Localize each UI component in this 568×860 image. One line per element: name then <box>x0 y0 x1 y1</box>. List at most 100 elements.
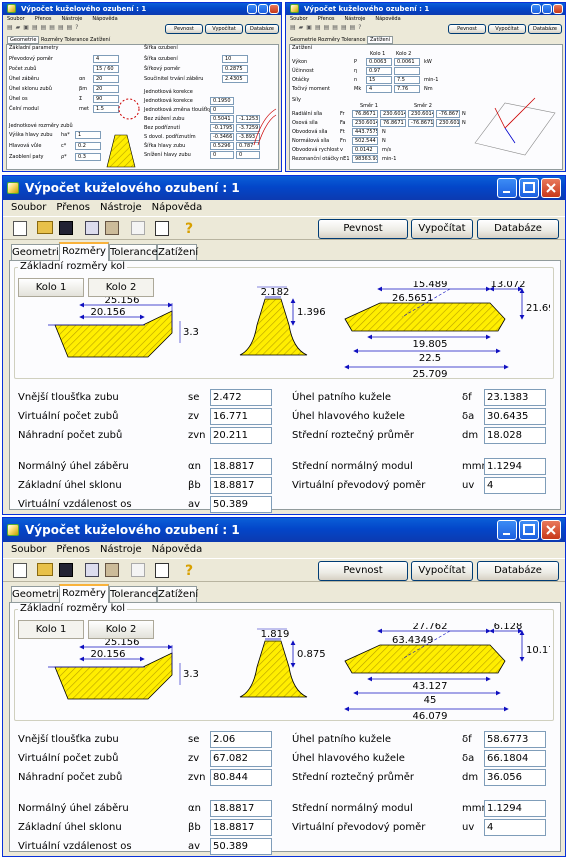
minimize-button[interactable] <box>497 520 517 540</box>
report-icon[interactable] <box>155 563 169 578</box>
tab-tolerance[interactable]: Tolerance <box>65 37 89 43</box>
tab-rozmery[interactable]: Rozměry <box>41 37 63 43</box>
tab-geometrie[interactable]: Geometrie <box>290 37 316 43</box>
tab-geometrie[interactable]: Geometrie <box>7 36 40 44</box>
table-icon[interactable] <box>131 563 145 577</box>
result-value-field[interactable]: 18.8817 <box>210 458 272 475</box>
param-field[interactable]: 1.5 <box>93 105 119 113</box>
force-field-4[interactable]: -76.8671 <box>436 110 460 118</box>
open-folder-icon[interactable] <box>37 563 53 576</box>
force-field-1[interactable]: 76.8671 <box>352 110 378 118</box>
minimize-button[interactable] <box>247 4 257 14</box>
toolbar-icons[interactable]: ▤▰▣▤▤▤▤▤? <box>7 24 97 32</box>
param-field[interactable]: 0 <box>210 151 234 159</box>
result-value-field[interactable]: 20.211 <box>210 427 272 444</box>
force-field-3[interactable]: -76.8671 <box>408 119 434 127</box>
param-field[interactable]: 10 <box>222 55 248 63</box>
param-field[interactable]: 90 <box>93 95 119 103</box>
copy-icon[interactable] <box>85 563 99 577</box>
pevnost-button[interactable]: Pevnost <box>318 561 408 581</box>
menu-soubor[interactable]: Soubor <box>290 16 308 22</box>
result-value-field[interactable]: 50.389 <box>210 496 272 513</box>
tab-tolerance[interactable]: Tolerance <box>109 586 158 603</box>
menu-nastroje[interactable]: Nástroje <box>100 544 142 555</box>
menu-nastroje[interactable]: Nástroje <box>62 16 83 22</box>
maximize-button[interactable] <box>542 4 552 14</box>
tab-zatizeni[interactable]: Zatížení <box>157 586 198 603</box>
vypocitat-button[interactable]: Vypočítat <box>488 24 526 34</box>
load-field-1[interactable]: 4 <box>366 85 392 93</box>
vypocitat-button[interactable]: Vypočítat <box>411 561 473 581</box>
open-folder-icon[interactable] <box>37 221 53 234</box>
paste-icon[interactable] <box>105 563 119 577</box>
tab-rozmery[interactable]: Rozměry <box>59 584 109 603</box>
result-value-field[interactable]: 66.1804 <box>484 750 546 767</box>
result-value-field[interactable]: 30.6435 <box>484 408 546 425</box>
result-value-field[interactable]: 23.1383 <box>484 389 546 406</box>
param-field[interactable]: 0.2 <box>75 142 101 150</box>
load-field-1[interactable]: 15 <box>366 76 392 84</box>
close-button[interactable] <box>553 4 563 14</box>
param-field[interactable]: 15 / 60 <box>93 65 119 73</box>
menu-prenos[interactable]: Přenos <box>56 202 90 213</box>
force-field-1[interactable]: 443.7575 <box>352 128 378 136</box>
menu-nastroje[interactable]: Nástroje <box>345 16 366 22</box>
help-icon[interactable]: ? <box>183 561 195 579</box>
calculator-icon[interactable] <box>13 563 27 578</box>
result-value-field[interactable]: 18.8817 <box>210 800 272 817</box>
result-value-field[interactable]: 1.1294 <box>484 800 546 817</box>
pevnost-button[interactable]: Pevnost <box>318 219 408 239</box>
table-icon[interactable] <box>131 221 145 235</box>
load-field-2[interactable]: 7.76 <box>394 85 420 93</box>
force-field-3[interactable]: 230.6014 <box>408 110 434 118</box>
menu-soubor[interactable]: Soubor <box>7 16 25 22</box>
tab-tolerance[interactable]: Tolerance <box>109 244 158 261</box>
vypocitat-button[interactable]: Vypočítat <box>411 219 473 239</box>
calculator-icon[interactable] <box>13 221 27 236</box>
result-value-field[interactable]: 4 <box>484 477 546 494</box>
force-field-1[interactable]: 0.0142 <box>352 146 378 154</box>
close-button[interactable] <box>541 520 561 540</box>
menu-soubor[interactable]: Soubor <box>11 544 46 555</box>
menu-prenos[interactable]: Přenos <box>35 16 52 22</box>
force-field-2[interactable]: 76.8671 <box>380 119 406 127</box>
result-value-field[interactable]: 1.1294 <box>484 458 546 475</box>
result-value-field[interactable]: 2.472 <box>210 389 272 406</box>
menu-prenos[interactable]: Přenos <box>318 16 335 22</box>
menu-napoveda[interactable]: Nápověda <box>152 202 203 213</box>
param-field[interactable]: 0.2875 <box>222 65 248 73</box>
menu-nastroje[interactable]: Nástroje <box>100 202 142 213</box>
kolo2-button[interactable]: Kolo 2 <box>88 620 154 639</box>
tab-rozmery[interactable]: Rozměry <box>59 242 109 261</box>
param-field[interactable]: 0.5041 <box>210 115 234 123</box>
maximize-button[interactable] <box>519 178 539 198</box>
result-value-field[interactable]: 50.389 <box>210 838 272 855</box>
result-value-field[interactable]: 80.844 <box>210 769 272 786</box>
result-value-field[interactable]: 2.06 <box>210 731 272 748</box>
result-value-field[interactable]: 18.8817 <box>210 477 272 494</box>
copy-icon[interactable] <box>85 221 99 235</box>
maximize-button[interactable] <box>519 520 539 540</box>
save-icon[interactable] <box>59 563 73 577</box>
force-field-1[interactable]: 98363.93 <box>352 155 378 163</box>
close-button[interactable] <box>541 178 561 198</box>
tab-rozmery[interactable]: Rozměry <box>318 37 340 43</box>
maximize-button[interactable] <box>258 4 268 14</box>
param-field[interactable]: -0.1795 <box>210 124 234 132</box>
force-field-1[interactable]: 230.6014 <box>352 119 378 127</box>
param-field[interactable]: 4 <box>93 55 119 63</box>
result-value-field[interactable]: 67.082 <box>210 750 272 767</box>
param-field[interactable]: 20 <box>93 75 119 83</box>
kolo2-button[interactable]: Kolo 2 <box>88 278 154 297</box>
result-value-field[interactable]: 4 <box>484 819 546 836</box>
paste-icon[interactable] <box>105 221 119 235</box>
tab-zatizeni[interactable]: Zatížení <box>90 37 110 43</box>
vypocitat-button[interactable]: Vypočítat <box>205 24 243 34</box>
result-value-field[interactable]: 16.771 <box>210 408 272 425</box>
databaze-button[interactable]: Databáze <box>477 219 559 239</box>
menu-prenos[interactable]: Přenos <box>56 544 90 555</box>
param-field[interactable]: 20 <box>93 85 119 93</box>
param-field[interactable]: 2.4305 <box>222 75 248 83</box>
menu-napoveda[interactable]: Nápověda <box>152 544 203 555</box>
report-icon[interactable] <box>155 221 169 236</box>
